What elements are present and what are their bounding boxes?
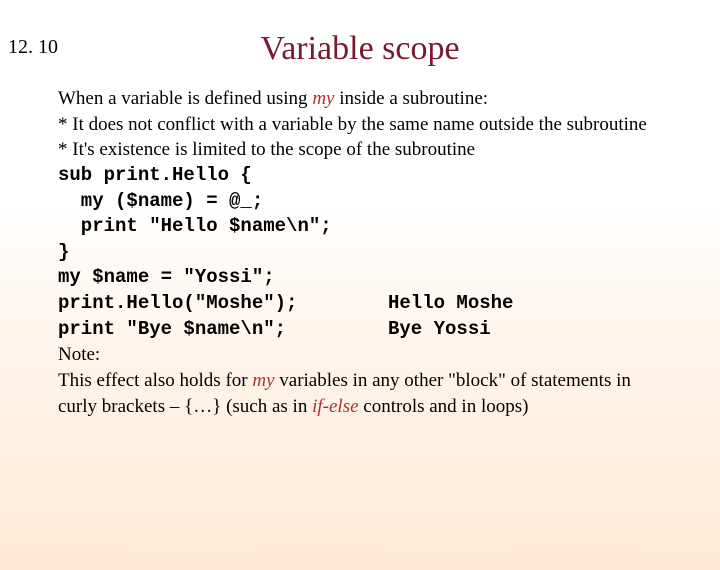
note-line-2-pre: This effect also holds for	[58, 370, 252, 391]
intro-line-1: When a variable is defined using my insi…	[58, 86, 690, 112]
intro-line-1-pre: When a variable is defined using	[58, 88, 312, 109]
code-line-2: my ($name) = @_;	[58, 189, 690, 215]
output-line-2: Bye Yossi	[388, 317, 491, 343]
code-line-7: print "Bye $name\n";	[58, 317, 388, 343]
code-line-5: my $name = "Yossi";	[58, 265, 690, 291]
keyword-my-2: my	[252, 370, 274, 391]
note-line-3-post: controls and in loops)	[359, 396, 529, 417]
intro-bullet-2: * It's existence is limited to the scope…	[58, 137, 690, 163]
note-line-3: curly brackets – {…} (such as in if-else…	[58, 394, 690, 420]
intro-bullet-1: * It does not conflict with a variable b…	[58, 112, 690, 138]
slide-number: 12. 10	[8, 36, 58, 59]
code-line-1: sub print.Hello {	[58, 163, 690, 189]
note-label: Note:	[58, 342, 690, 368]
keyword-if-else: if-else	[312, 396, 358, 417]
note-line-2-post: variables in any other "block" of statem…	[275, 370, 631, 391]
slide-content: When a variable is defined using my insi…	[58, 86, 690, 419]
code-line-6: print.Hello("Moshe");	[58, 291, 388, 317]
note-line-2: This effect also holds for my variables …	[58, 368, 690, 394]
output-line-1: Hello Moshe	[388, 291, 513, 317]
slide-title: Variable scope	[0, 30, 720, 68]
code-row-6: print.Hello("Moshe"); Hello Moshe	[58, 291, 690, 317]
note-line-3-pre: curly brackets – {…} (such as in	[58, 396, 312, 417]
code-line-4: }	[58, 240, 690, 266]
keyword-my: my	[312, 88, 334, 109]
code-row-7: print "Bye $name\n"; Bye Yossi	[58, 317, 690, 343]
intro-line-1-post: inside a subroutine:	[334, 88, 488, 109]
code-line-3: print "Hello $name\n";	[58, 214, 690, 240]
